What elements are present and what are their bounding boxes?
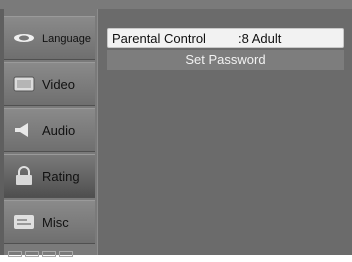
misc-icon xyxy=(14,215,34,229)
rating-content-panel: Parental Control :8 Adult Set Password xyxy=(97,9,352,255)
video-icon xyxy=(13,76,35,92)
sidebar-item-rating[interactable]: Rating xyxy=(4,154,95,198)
language-icon xyxy=(14,34,34,42)
sidebar-item-language[interactable]: Language xyxy=(4,16,95,60)
sidebar-item-label: Audio xyxy=(42,123,76,138)
page-indicator-dot xyxy=(42,251,56,257)
sidebar-item-audio[interactable]: Audio xyxy=(4,108,95,152)
sidebar-item-label: Language xyxy=(42,33,91,45)
settings-osd: Language Video Audio Rating Misc Parenta… xyxy=(0,0,352,257)
sidebar-item-label: Misc xyxy=(42,215,69,230)
sidebar-item-misc[interactable]: Misc xyxy=(4,200,95,244)
sidebar-item-label: Rating xyxy=(42,169,80,184)
top-strip xyxy=(0,0,352,9)
set-password-row[interactable]: Set Password xyxy=(107,50,344,70)
set-password-label: Set Password xyxy=(185,52,266,67)
page-indicator-dot xyxy=(8,251,22,257)
lock-icon xyxy=(16,166,32,185)
page-indicator-dot xyxy=(59,251,73,257)
sidebar-item-video[interactable]: Video xyxy=(4,62,95,106)
audio-icon xyxy=(15,123,28,137)
page-indicator xyxy=(8,244,92,257)
sidebar-item-label: Video xyxy=(42,77,76,92)
parental-control-row[interactable]: Parental Control :8 Adult xyxy=(107,28,344,48)
page-indicator-dot xyxy=(25,251,39,257)
parental-control-value: :8 Adult xyxy=(238,31,282,46)
parental-control-label: Parental Control xyxy=(112,31,206,46)
